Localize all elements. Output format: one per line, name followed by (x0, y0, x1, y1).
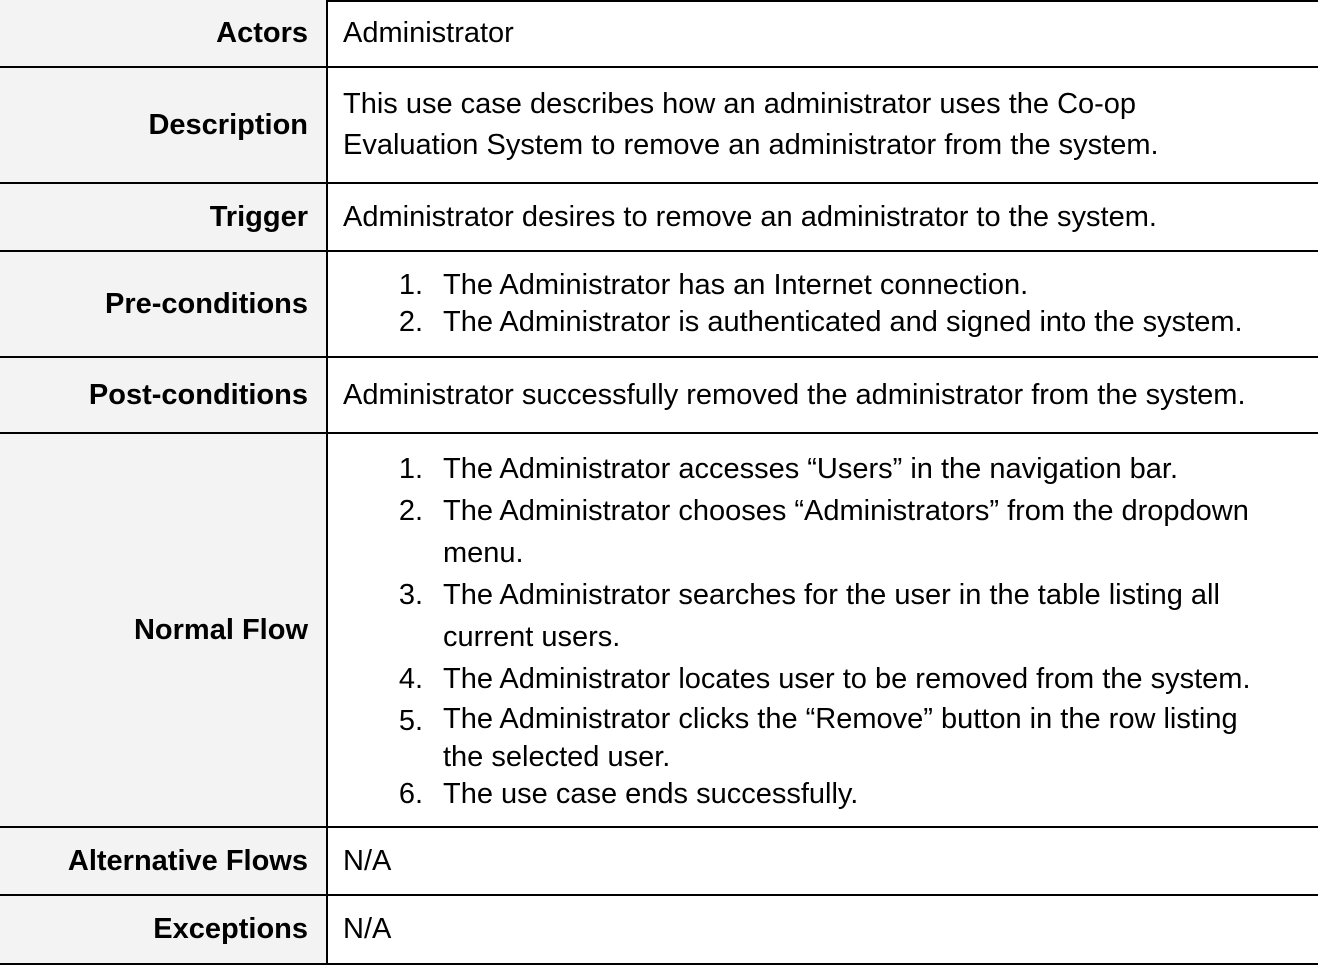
alternative-flows-value: N/A (343, 844, 392, 877)
description-line: This use case describes how an administr… (343, 88, 1137, 120)
step-number: 2. (398, 495, 423, 527)
normal-flow-list: 1. The Administrator accesses “Users” in… (343, 448, 1318, 812)
step-text: The Administrator searches for the user … (443, 574, 1318, 658)
step-line: The Administrator searches for the user … (443, 579, 1220, 611)
step-text: The Administrator chooses “Administrator… (443, 490, 1318, 574)
normal-flow-value: 1. The Administrator accesses “Users” in… (328, 434, 1318, 826)
step-line: menu. (443, 537, 524, 569)
actors-value: Administrator (343, 16, 514, 49)
step-line: current users. (443, 621, 621, 653)
list-item: 1. The Administrator has an Internet con… (343, 267, 1318, 304)
exceptions-value: N/A (343, 913, 392, 945)
preconditions-list: 1. The Administrator has an Internet con… (343, 267, 1318, 341)
trigger-row: Trigger Administrator desires to remove … (0, 184, 1318, 252)
step-text: The Administrator clicks the “Remove” bu… (443, 700, 1318, 776)
step-number: 1. (398, 269, 423, 301)
postconditions-row: Post-conditions Administrator successful… (0, 358, 1318, 434)
preconditions-label: Pre-conditions (0, 252, 328, 356)
actors-row: Actors Administrator (0, 0, 1318, 68)
list-item: 6. The use case ends successfully. (343, 776, 1318, 812)
step-number: 2. (398, 306, 423, 338)
preconditions-row: Pre-conditions 1. The Administrator has … (0, 252, 1318, 358)
step-text: The Administrator has an Internet connec… (443, 269, 1029, 301)
step-number: 1. (398, 453, 423, 485)
list-item: 3. The Administrator searches for the us… (343, 574, 1318, 658)
alternative-flows-row: Alternative Flows N/A (0, 828, 1318, 896)
exceptions-label: Exceptions (0, 896, 328, 963)
description-value: This use case describes how an administr… (328, 68, 1318, 182)
normal-flow-label: Normal Flow (0, 434, 328, 826)
step-line: the selected user. (443, 741, 671, 773)
step-text: The Administrator is authenticated and s… (443, 306, 1243, 338)
description-row: Description This use case describes how … (0, 68, 1318, 184)
step-line: The use case ends successfully. (443, 778, 859, 810)
step-number: 4. (398, 663, 423, 695)
postconditions-value: Administrator successfully removed the a… (343, 378, 1246, 411)
trigger-value: Administrator desires to remove an admin… (343, 200, 1157, 233)
normal-flow-row: Normal Flow 1. The Administrator accesse… (0, 434, 1318, 828)
actors-label: Actors (0, 0, 328, 66)
list-item: 2. The Administrator chooses “Administra… (343, 490, 1318, 574)
list-item: 2. The Administrator is authenticated an… (343, 304, 1318, 341)
step-text: The Administrator locates user to be rem… (443, 658, 1318, 700)
step-line: The Administrator chooses “Administrator… (443, 495, 1249, 527)
step-number: 6. (398, 778, 423, 810)
step-line: The Administrator locates user to be rem… (443, 663, 1251, 695)
trigger-label: Trigger (0, 184, 328, 250)
description-line: Evaluation System to remove an administr… (343, 129, 1159, 161)
postconditions-label: Post-conditions (0, 358, 328, 432)
step-text: The Administrator accesses “Users” in th… (443, 448, 1318, 490)
step-text: The use case ends successfully. (443, 776, 1318, 812)
step-line: The Administrator clicks the “Remove” bu… (443, 703, 1238, 735)
list-item: 4. The Administrator locates user to be … (343, 658, 1318, 700)
step-number: 5. (398, 705, 423, 737)
list-item: 5. The Administrator clicks the “Remove”… (343, 700, 1318, 776)
preconditions-value: 1. The Administrator has an Internet con… (328, 252, 1318, 356)
list-item: 1. The Administrator accesses “Users” in… (343, 448, 1318, 490)
description-label: Description (0, 68, 328, 182)
alternative-flows-label: Alternative Flows (0, 828, 328, 894)
step-line: The Administrator accesses “Users” in th… (443, 453, 1178, 485)
use-case-table: Actors Administrator Description This us… (0, 0, 1318, 965)
exceptions-row: Exceptions N/A (0, 896, 1318, 965)
step-number: 3. (398, 579, 423, 611)
